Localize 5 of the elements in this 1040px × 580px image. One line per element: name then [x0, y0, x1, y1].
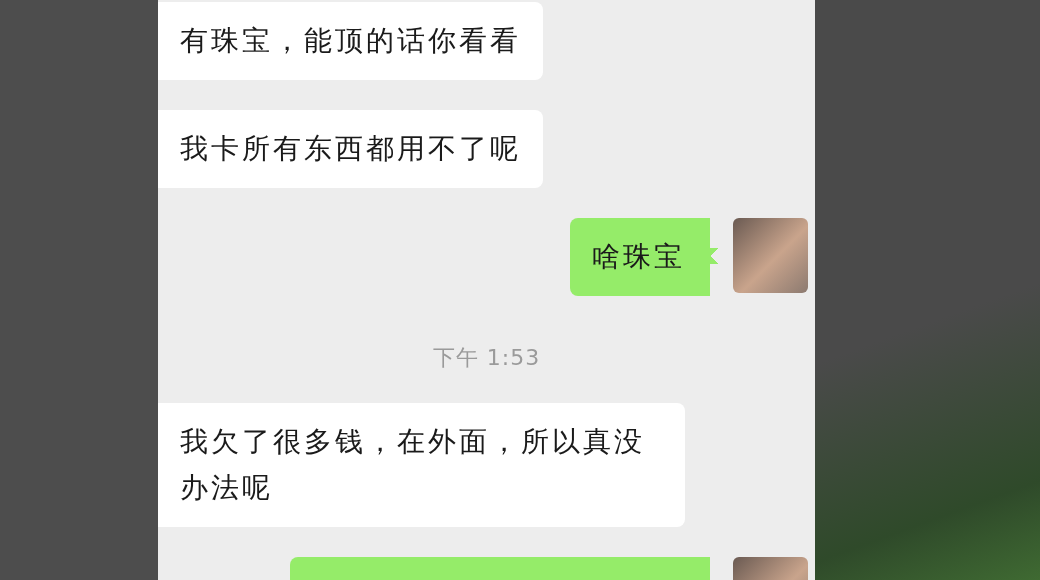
- message-bubble: 我卡所有东西都用不了呢: [158, 110, 543, 188]
- message-bubble: 我欠了很多钱，在外面，所以真没办法呢: [158, 403, 685, 527]
- message-bubble: 有珠宝，能顶的话你看看: [158, 2, 543, 80]
- message-bubble: 啥珠宝: [570, 218, 718, 296]
- timestamp: 下午 1:53: [432, 344, 541, 372]
